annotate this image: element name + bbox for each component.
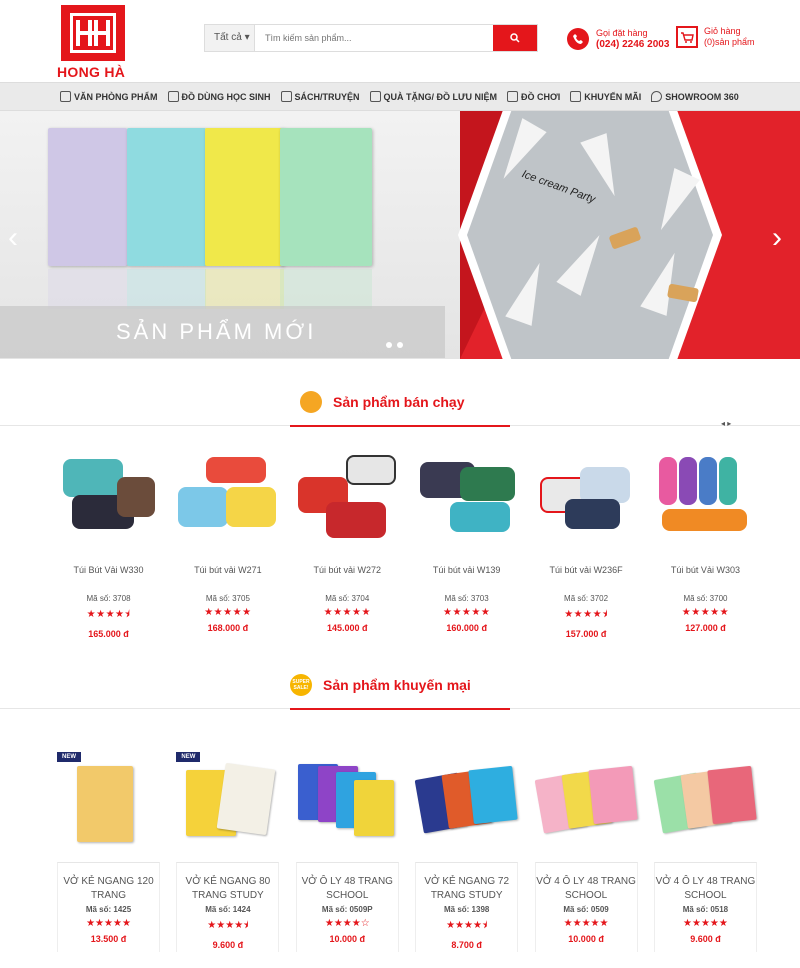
product-card[interactable]: Túi bút vải W236F Mã số: 3702 ★★★★⯨ 157.… xyxy=(535,447,638,639)
banner-notebook xyxy=(205,128,284,266)
product-card[interactable]: VỞ Ô LY 48 TRANG SCHOOL Mã số: 0509P ★★★… xyxy=(295,748,399,952)
product-image xyxy=(534,748,638,849)
product-image xyxy=(414,748,518,849)
promo-icon xyxy=(570,91,582,102)
rating-stars: ★★★★⯨ xyxy=(564,609,608,620)
nav-item-do-dung-hoc-sinh[interactable]: ĐỒ DÙNG HỌC SINH xyxy=(167,91,271,102)
hotline-label: Gọi đặt hàng xyxy=(596,28,648,38)
nav-item-van-phong-pham[interactable]: VĂN PHÒNG PHẨM xyxy=(60,91,158,102)
product-image: NEW xyxy=(57,748,160,849)
cart-badge-icon xyxy=(300,391,322,413)
product-image xyxy=(176,447,279,548)
product-card[interactable]: VỞ 4 Ô LY 48 TRANG SCHOOL Mã số: 0518 ★★… xyxy=(653,748,757,952)
product-card[interactable]: Túi Bút Vải W330 Mã số: 3708 ★★★★⯨ 165.0… xyxy=(57,447,160,639)
pen-icon xyxy=(60,91,71,102)
logo-mark xyxy=(61,5,125,61)
bestsellers-list: Túi Bút Vải W330 Mã số: 3708 ★★★★⯨ 165.0… xyxy=(57,447,757,639)
rating-stars: ★★★★⯨ xyxy=(207,920,249,931)
new-badge: NEW xyxy=(57,752,81,762)
product-card[interactable]: Túi bút Vải W303 Mã số: 3700 ★★★★★ 127.0… xyxy=(654,447,757,639)
logo[interactable]: HONG HÀ xyxy=(57,5,131,80)
search-category-select[interactable]: Tất cả ▾ xyxy=(205,25,255,51)
product-image: NEW xyxy=(176,748,279,849)
hero-banner[interactable]: Ice cream Party SẢN PHẨM MỚI ‹ › xyxy=(0,111,800,359)
cart-icon xyxy=(676,26,698,48)
slider-dots xyxy=(386,342,403,348)
product-card[interactable]: Túi bút vải W272 Mã số: 3704 ★★★★★ 145.0… xyxy=(296,447,399,639)
bestsellers-header: Sản phẩm bán chạy xyxy=(0,381,800,427)
product-image xyxy=(296,447,399,548)
product-image xyxy=(415,447,518,548)
search-icon xyxy=(510,33,520,43)
cart[interactable]: Giỏ hàng (0)sản phẩm xyxy=(676,26,755,48)
product-image xyxy=(296,748,399,849)
promotions-title: Sản phẩm khuyến mại xyxy=(323,677,471,693)
banner-notebook xyxy=(280,128,372,266)
product-card[interactable]: Túi bút vải W271 Mã số: 3705 ★★★★★ 168.0… xyxy=(176,447,279,639)
school-supplies-icon xyxy=(167,91,179,102)
product-card[interactable]: NEW VỞ KẺ NGANG 120 TRANG Mã số: 1425 ★★… xyxy=(57,748,160,952)
toy-icon xyxy=(507,91,519,102)
logo-text: HONG HÀ xyxy=(57,64,126,80)
slider-dot[interactable] xyxy=(397,342,403,348)
search-button[interactable] xyxy=(493,25,537,51)
product-image xyxy=(653,748,757,849)
product-card[interactable]: VỞ KẺ NGANG 72 TRANG STUDY Mã số: 1398 ★… xyxy=(414,748,519,952)
location-icon xyxy=(651,91,663,102)
search-bar: Tất cả ▾ xyxy=(204,24,538,52)
bestsellers-pager[interactable]: ◂ ▸ xyxy=(721,419,731,428)
site-header: HONG HÀ Tất cả ▾ Gọi đặt hàng (024) 2246… xyxy=(0,0,800,82)
product-card[interactable]: Túi bút vải W139 Mã số: 3703 ★★★★★ 160.0… xyxy=(415,447,518,639)
rating-stars: ★★★★★ xyxy=(563,918,609,929)
nav-item-showroom[interactable]: SHOWROOM 360 xyxy=(651,91,739,102)
rating-stars: ★★★★★ xyxy=(683,918,728,929)
banner-caption: SẢN PHẨM MỚI xyxy=(0,306,445,358)
product-image xyxy=(535,447,638,548)
next-arrow-icon[interactable]: › xyxy=(772,221,782,255)
banner-notebook xyxy=(127,128,206,266)
product-image xyxy=(57,447,160,548)
slider-dot[interactable] xyxy=(386,342,392,348)
product-card[interactable]: VỞ 4 Ô LY 48 TRANG SCHOOL Mã số: 0509 ★★… xyxy=(534,748,638,952)
rating-stars: ★★★★⯨ xyxy=(86,609,131,620)
banner-notebook xyxy=(48,128,127,266)
rating-stars: ★★★★★ xyxy=(681,607,730,618)
new-badge: NEW xyxy=(176,752,201,762)
bestsellers-title: Sản phẩm bán chạy xyxy=(333,394,465,410)
nav-item-qua-tang[interactable]: QUÀ TẶNG/ ĐỒ LƯU NIỆM xyxy=(369,91,497,102)
main-nav: VĂN PHÒNG PHẨM ĐỒ DÙNG HỌC SINH SÁCH/TRU… xyxy=(0,82,800,111)
product-image xyxy=(654,447,757,548)
hotline[interactable]: Gọi đặt hàng (024) 2246 2003 xyxy=(567,27,669,51)
rating-stars: ★★★★★ xyxy=(443,607,491,618)
cart-count: (0)sản phẩm xyxy=(704,37,755,47)
rating-stars: ★★★★☆ xyxy=(324,918,370,929)
rating-stars: ★★★★★ xyxy=(204,607,252,618)
book-icon xyxy=(280,91,292,102)
gift-icon xyxy=(369,91,381,102)
nav-item-do-choi[interactable]: ĐỒ CHƠI xyxy=(507,91,560,102)
promotions-list: NEW VỞ KẺ NGANG 120 TRANG Mã số: 1425 ★★… xyxy=(57,748,757,952)
promotions-header: SUPER SALE! Sản phẩm khuyến mại xyxy=(0,664,800,710)
cart-label: Giỏ hàng xyxy=(704,26,741,36)
nav-item-khuyen-mai[interactable]: KHUYẾN MÃI xyxy=(570,91,641,102)
hotline-number: (024) 2246 2003 xyxy=(596,39,670,50)
prev-arrow-icon[interactable]: ‹ xyxy=(8,221,18,255)
sale-badge-icon: SUPER SALE! xyxy=(290,674,312,696)
product-card[interactable]: NEW VỞ KẺ NGANG 80 TRANG STUDY Mã số: 14… xyxy=(176,748,280,952)
rating-stars: ★★★★⯨ xyxy=(446,920,488,931)
phone-icon xyxy=(567,28,589,50)
rating-stars: ★★★★★ xyxy=(86,918,131,929)
rating-stars: ★★★★★ xyxy=(323,607,371,618)
nav-item-sach-truyen[interactable]: SÁCH/TRUYỆN xyxy=(280,91,360,102)
search-input[interactable] xyxy=(255,25,493,51)
